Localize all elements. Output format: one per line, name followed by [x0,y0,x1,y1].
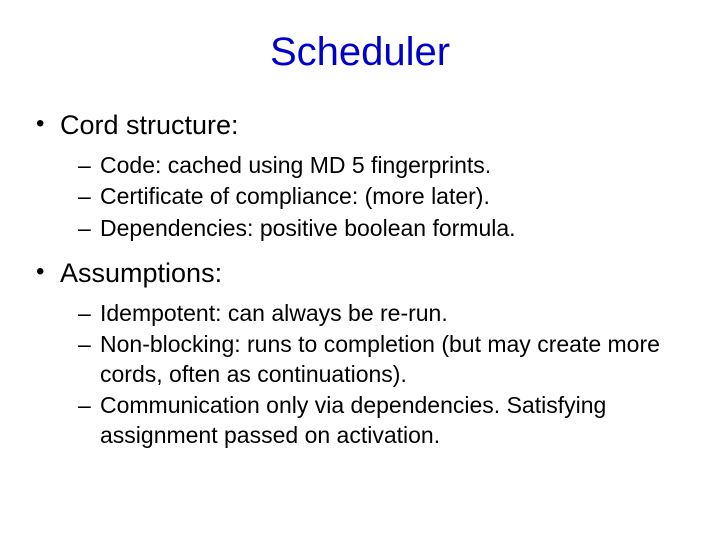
sub-item: Certificate of compliance: (more later). [78,182,692,211]
bullet-list: Cord structure: Code: cached using MD 5 … [34,109,692,450]
sub-item: Communication only via dependencies. Sat… [78,391,692,450]
sub-list: Idempotent: can always be re-run. Non-bl… [78,299,692,450]
slide-title: Scheduler [28,30,692,75]
sub-item: Non-blocking: runs to completion (but ma… [78,330,692,389]
sub-item: Idempotent: can always be re-run. [78,299,692,328]
bullet-label: Assumptions: [60,258,222,288]
sub-item: Dependencies: positive boolean formula. [78,214,692,243]
sub-list: Code: cached using MD 5 fingerprints. Ce… [78,151,692,243]
bullet-item: Assumptions: Idempotent: can always be r… [34,257,692,450]
slide: Scheduler Cord structure: Code: cached u… [0,0,720,540]
sub-item: Code: cached using MD 5 fingerprints. [78,151,692,180]
bullet-label: Cord structure: [60,110,239,140]
bullet-item: Cord structure: Code: cached using MD 5 … [34,109,692,243]
